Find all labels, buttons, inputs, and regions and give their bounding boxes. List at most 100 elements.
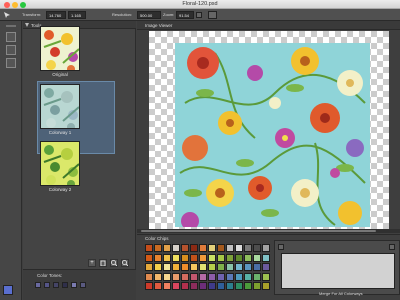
color-chip[interactable] xyxy=(199,263,207,271)
color-chip[interactable] xyxy=(235,263,243,271)
zoom-out-button[interactable] xyxy=(121,259,129,267)
color-chip[interactable] xyxy=(262,263,270,271)
color-chip[interactable] xyxy=(217,263,225,271)
color-chip[interactable] xyxy=(199,282,207,290)
color-chip[interactable] xyxy=(244,263,252,271)
panel-option-icon[interactable] xyxy=(278,244,284,250)
zoom-in-button[interactable] xyxy=(110,259,118,267)
color-chip[interactable] xyxy=(226,253,234,262)
foreground-color-swatch[interactable] xyxy=(3,285,13,295)
color-chip[interactable] xyxy=(208,282,216,290)
color-chip[interactable] xyxy=(172,244,180,252)
transform-tool-icon[interactable] xyxy=(6,45,16,55)
color-chip[interactable] xyxy=(244,282,252,290)
color-preview-box[interactable] xyxy=(281,253,395,289)
colorway-thumbnail-2[interactable] xyxy=(40,141,80,186)
color-chip[interactable] xyxy=(199,253,207,262)
color-chip[interactable] xyxy=(181,272,189,281)
settings-icon[interactable] xyxy=(208,11,217,19)
color-chip[interactable] xyxy=(217,244,225,252)
color-chip[interactable] xyxy=(145,263,153,271)
color-chip[interactable] xyxy=(226,263,234,271)
color-chip[interactable] xyxy=(172,263,180,271)
color-chip[interactable] xyxy=(226,244,234,252)
color-chip[interactable] xyxy=(262,244,270,252)
color-chip[interactable] xyxy=(235,244,243,252)
color-chip[interactable] xyxy=(253,272,261,281)
color-chip[interactable] xyxy=(190,244,198,252)
horizontal-scrollbar[interactable] xyxy=(137,229,400,233)
color-chip[interactable] xyxy=(154,282,162,290)
floral-pattern-image[interactable] xyxy=(175,43,370,227)
add-colorway-button[interactable]: + xyxy=(88,259,96,267)
color-chip[interactable] xyxy=(181,253,189,262)
color-chip[interactable] xyxy=(253,244,261,252)
scrollbar-thumb[interactable] xyxy=(141,230,376,232)
color-chip[interactable] xyxy=(163,282,171,290)
merge-colorways-label[interactable]: Merge For All Colorways xyxy=(319,291,363,296)
delete-colorway-button[interactable] xyxy=(99,259,107,267)
zoom-dropdown-icon[interactable] xyxy=(196,12,202,18)
color-chip[interactable] xyxy=(172,253,180,262)
panel-option-icon[interactable] xyxy=(389,244,395,250)
color-chip[interactable] xyxy=(262,272,270,281)
move-tool-icon[interactable] xyxy=(3,11,12,19)
color-chip[interactable] xyxy=(235,282,243,290)
color-chip[interactable] xyxy=(154,244,162,252)
colorway-thumbnail-original[interactable] xyxy=(40,26,80,71)
color-chip[interactable] xyxy=(217,272,225,281)
color-chip[interactable] xyxy=(208,253,216,262)
color-chip[interactable] xyxy=(235,253,243,262)
color-chip[interactable] xyxy=(190,282,198,290)
color-chip[interactable] xyxy=(181,263,189,271)
color-tone-swatch[interactable] xyxy=(80,282,86,288)
color-chip[interactable] xyxy=(154,253,162,262)
color-chip[interactable] xyxy=(199,244,207,252)
color-tone-swatch[interactable] xyxy=(53,282,59,288)
color-tone-swatch[interactable] xyxy=(62,282,68,288)
color-chip[interactable] xyxy=(190,272,198,281)
color-chip[interactable] xyxy=(145,282,153,290)
color-chip[interactable] xyxy=(154,263,162,271)
color-chip[interactable] xyxy=(244,272,252,281)
color-chip[interactable] xyxy=(217,253,225,262)
color-chip[interactable] xyxy=(145,253,153,262)
color-tone-swatch[interactable] xyxy=(35,282,41,288)
color-chip[interactable] xyxy=(145,272,153,281)
resolution-field[interactable]: 500.00 ppi xyxy=(137,11,161,26)
color-tone-swatch[interactable] xyxy=(44,282,50,288)
color-chip[interactable] xyxy=(181,282,189,290)
color-chip[interactable] xyxy=(181,244,189,252)
color-chip[interactable] xyxy=(145,244,153,252)
color-chip[interactable] xyxy=(262,253,270,262)
color-chip[interactable] xyxy=(244,253,252,262)
color-chip[interactable] xyxy=(208,272,216,281)
color-chip[interactable] xyxy=(172,282,180,290)
transparent-canvas[interactable] xyxy=(149,31,389,229)
transform-height-field[interactable]: 1.165 xyxy=(68,11,86,19)
color-chip[interactable] xyxy=(163,244,171,252)
colorway-thumbnail-1[interactable] xyxy=(40,84,80,129)
color-chip[interactable] xyxy=(226,282,234,290)
color-chip[interactable] xyxy=(172,272,180,281)
color-chip[interactable] xyxy=(253,253,261,262)
transform-width-field[interactable]: 14.760 xyxy=(46,11,66,19)
color-chip[interactable] xyxy=(163,253,171,262)
crop-tool-icon[interactable] xyxy=(6,58,16,68)
color-chip[interactable] xyxy=(253,282,261,290)
color-chip[interactable] xyxy=(163,263,171,271)
color-tone-swatch[interactable] xyxy=(71,282,77,288)
color-chip[interactable] xyxy=(217,282,225,290)
color-chip[interactable] xyxy=(262,282,270,290)
color-chip[interactable] xyxy=(208,263,216,271)
color-chip[interactable] xyxy=(208,244,216,252)
color-chip[interactable] xyxy=(154,272,162,281)
color-chip[interactable] xyxy=(163,272,171,281)
collapse-icon[interactable] xyxy=(25,23,29,27)
select-tool-icon[interactable] xyxy=(6,32,16,42)
color-chip[interactable] xyxy=(190,263,198,271)
color-chip[interactable] xyxy=(244,244,252,252)
zoom-field[interactable]: 91.54 xyxy=(176,11,194,19)
color-chip[interactable] xyxy=(235,272,243,281)
color-chip[interactable] xyxy=(190,253,198,262)
